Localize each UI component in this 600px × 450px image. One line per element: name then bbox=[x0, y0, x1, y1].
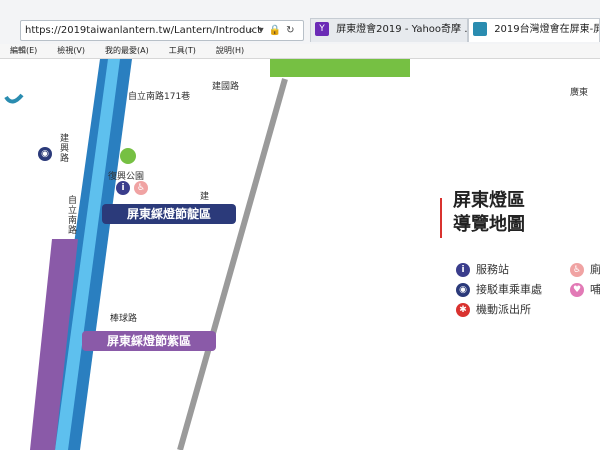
yahoo-favicon: Y bbox=[315, 22, 329, 36]
legend-title-line1: 屏東燈區 bbox=[453, 190, 525, 211]
police-icon: ✱ bbox=[456, 303, 470, 317]
grey-road bbox=[177, 78, 288, 450]
menu-edit[interactable]: 編輯(E) bbox=[0, 44, 47, 58]
zone-badge-purple[interactable]: 屏東綵燈節紫區 bbox=[82, 331, 216, 351]
menu-bar: 編輯(E) 檢視(V) 我的最愛(A) 工具(T) 說明(H) bbox=[0, 44, 600, 59]
info-icon: i bbox=[116, 181, 130, 195]
street-label: 棒球路 bbox=[110, 314, 138, 324]
legend-title: 屏東燈區 導覽地圖 bbox=[453, 189, 525, 237]
street-label: 建國路 bbox=[212, 82, 240, 92]
menu-help[interactable]: 說明(H) bbox=[206, 44, 254, 58]
lantern-favicon bbox=[473, 22, 487, 36]
legend-item-shuttle: ◉ 接駁車乘車處 bbox=[456, 281, 542, 297]
menu-view[interactable]: 檢視(V) bbox=[47, 44, 95, 58]
legend-item-partial: ♥ 哺 bbox=[570, 281, 600, 297]
refresh-icon[interactable]: ↻ bbox=[286, 25, 294, 36]
legend-item-police: ✱ 機動派出所 bbox=[456, 301, 531, 317]
menu-tools[interactable]: 工具(T) bbox=[159, 44, 206, 58]
site-logo bbox=[4, 93, 24, 104]
legend-accent-bar bbox=[440, 198, 442, 238]
info-icon: i bbox=[456, 263, 470, 277]
street-label: 廣東 bbox=[570, 88, 589, 98]
toilet-icon: ♿ bbox=[134, 181, 148, 195]
tab-label: 屏東燈會2019 - Yahoo奇摩 … bbox=[336, 24, 468, 35]
nursing-icon: ♥ bbox=[570, 283, 584, 297]
search-icon[interactable]: ⌕ bbox=[248, 25, 254, 36]
park-label: 復興公園 bbox=[108, 172, 145, 182]
tab-label: 2019台灣燈會在屏東-屏… bbox=[494, 24, 599, 35]
tab-lantern[interactable]: 2019台灣燈會在屏東-屏… bbox=[468, 18, 600, 42]
legend-item-partial: ♿ 廁 bbox=[570, 261, 600, 277]
tab-yahoo[interactable]: Y 屏東燈會2019 - Yahoo奇摩 … bbox=[310, 18, 468, 42]
shuttle-icon: ◉ bbox=[456, 283, 470, 297]
menu-favorites[interactable]: 我的最愛(A) bbox=[95, 44, 159, 58]
lock-icon: 🔒 bbox=[268, 25, 282, 36]
map-page: 自立南路171巷 建國路 廣東 建興路 自立南路 建 棒球路 復興公園 i ♿ … bbox=[0, 59, 600, 450]
dropdown-icon[interactable]: ▾ bbox=[259, 25, 264, 36]
address-bar-icons: ⌕ ▾ 🔒 ↻ bbox=[248, 20, 294, 41]
green-area bbox=[270, 59, 410, 77]
street-label: 建興路 bbox=[60, 134, 70, 164]
street-label: 自立南路171巷 bbox=[128, 92, 191, 102]
street-label: 自立南路 bbox=[68, 196, 78, 236]
shuttle-icon: ◉ bbox=[38, 147, 52, 161]
map-canvas bbox=[4, 59, 410, 450]
address-url: https://2019taiwanlantern.tw/Lantern/Int… bbox=[25, 25, 262, 36]
legend-item-service: i 服務站 bbox=[456, 261, 509, 277]
browser-toolbar: https://2019taiwanlantern.tw/Lantern/Int… bbox=[0, 0, 600, 45]
park-marker bbox=[120, 148, 136, 164]
zone-badge-indigo[interactable]: 屏東綵燈節靛區 bbox=[102, 204, 236, 224]
toilet-icon: ♿ bbox=[570, 263, 584, 277]
legend-title-line2: 導覽地圖 bbox=[453, 214, 525, 235]
street-label: 建 bbox=[200, 192, 210, 202]
